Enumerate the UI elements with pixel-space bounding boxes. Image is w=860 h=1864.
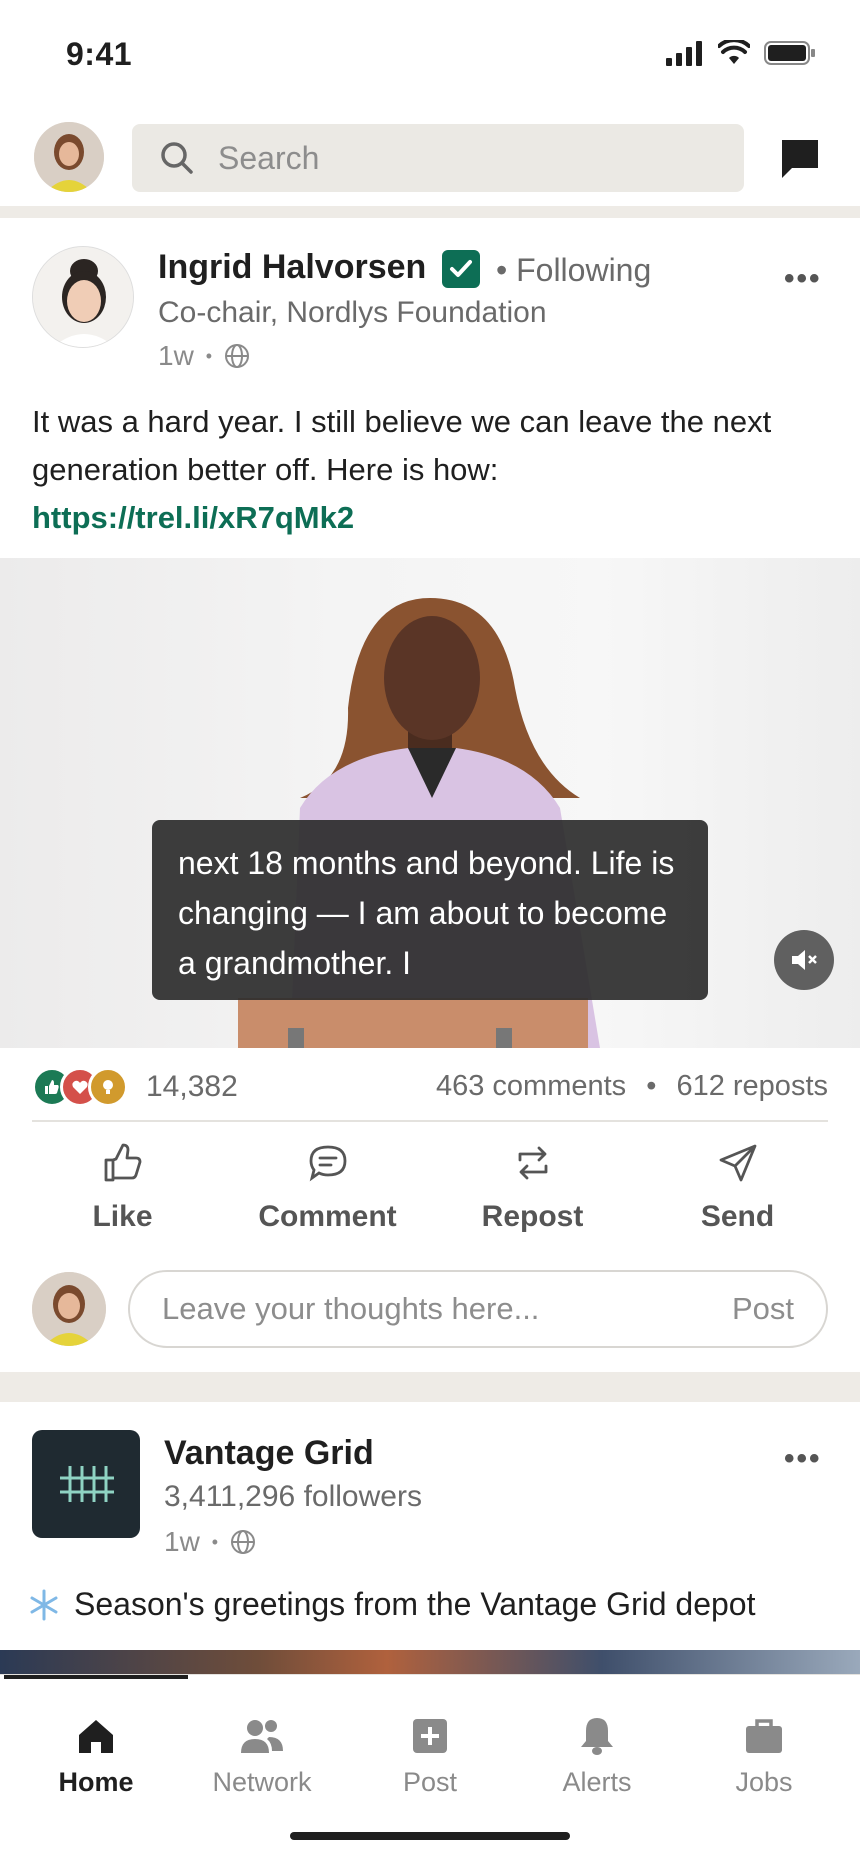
reposts-count[interactable]: 612 reposts — [676, 1070, 828, 1102]
repost-label: Repost — [481, 1200, 584, 1233]
post-stats: 463 comments • 612 reposts — [436, 1070, 828, 1103]
post-actions: Like Comment Repost Send — [0, 1142, 860, 1252]
nav-post-label: Post — [402, 1767, 458, 1797]
send-button[interactable]: Send — [635, 1142, 840, 1252]
nav-alerts-label: Alerts — [562, 1767, 632, 1797]
nav-home[interactable]: Home — [16, 1715, 176, 1798]
search-bar[interactable]: Search — [132, 124, 744, 192]
stats-dot: • — [646, 1070, 657, 1102]
post-body: Season's greetings from the Vantage Grid… — [28, 1586, 755, 1623]
like-button[interactable]: Like — [20, 1142, 225, 1252]
status-bar: 9:41 — [0, 0, 860, 110]
send-label: Send — [700, 1200, 775, 1233]
post-video[interactable]: next 18 months and beyond. Life is chang… — [0, 558, 860, 1048]
repost-button[interactable]: Repost — [430, 1142, 635, 1252]
meta-dot: • — [205, 345, 213, 366]
reactions-count: 14,382 — [146, 1070, 238, 1103]
feed-post-company: Vantage Grid ••• 3,411,296 followers 1w … — [0, 1402, 860, 1674]
wifi-icon — [718, 40, 750, 64]
more-icon[interactable]: ••• — [784, 262, 822, 296]
nav-alerts[interactable]: Alerts — [517, 1715, 677, 1798]
comment-input[interactable]: Leave your thoughts here... Post — [128, 1270, 828, 1348]
repost-icon — [518, 1146, 547, 1180]
author-name[interactable]: Ingrid Halvorsen — [158, 248, 426, 287]
jobs-icon — [746, 1719, 782, 1753]
like-icon — [104, 1143, 141, 1182]
post-meta: 1w • — [158, 340, 250, 372]
company-followers: 3,411,296 followers — [164, 1480, 422, 1513]
company-logo[interactable] — [32, 1430, 140, 1538]
feed-divider-2 — [0, 1372, 860, 1402]
comment-icon — [309, 1145, 346, 1182]
meta-dot: • — [211, 1531, 219, 1552]
nav-jobs[interactable]: Jobs — [684, 1715, 844, 1798]
status-time: 9:41 — [66, 36, 133, 72]
post-text: Season's greetings from the Vantage Grid… — [74, 1586, 756, 1622]
profile-avatar[interactable] — [34, 122, 104, 192]
comment-label: Comment — [258, 1200, 397, 1233]
post-text: It was a hard year. I still believe we c… — [32, 404, 772, 487]
nav-post[interactable]: Post — [350, 1715, 510, 1798]
follow-status: • Following — [496, 252, 652, 288]
post-age: 1w — [158, 340, 194, 371]
network-icon — [241, 1720, 283, 1753]
nav-home-label: Home — [58, 1767, 134, 1797]
comment-placeholder: Leave your thoughts here... — [162, 1291, 540, 1326]
nav-active-indicator — [4, 1675, 188, 1679]
mute-icon — [792, 950, 817, 970]
snowflake-icon — [30, 1589, 58, 1620]
search-icon — [161, 142, 193, 174]
top-bar: Search — [0, 110, 860, 206]
home-icon — [79, 1720, 113, 1753]
comment-composer: Leave your thoughts here... Post — [0, 1270, 860, 1350]
video-caption: next 18 months and beyond. Life is chang… — [152, 820, 708, 1000]
home-indicator — [290, 1832, 570, 1840]
comments-count[interactable]: 463 comments — [436, 1070, 626, 1102]
post-icon — [413, 1719, 447, 1753]
signal-icon — [666, 41, 702, 66]
more-icon[interactable]: ••• — [784, 1442, 822, 1476]
message-icon[interactable] — [776, 134, 824, 182]
nav-network-label: Network — [212, 1767, 312, 1797]
alerts-icon — [581, 1718, 613, 1755]
comment-post-button[interactable]: Post — [732, 1291, 794, 1327]
post-meta: 1w • — [164, 1526, 256, 1558]
search-placeholder: Search — [218, 139, 320, 176]
post-link[interactable]: https://trel.li/xR7qMk2 — [32, 494, 832, 542]
company-name[interactable]: Vantage Grid — [164, 1434, 374, 1473]
post-image[interactable] — [0, 1650, 860, 1674]
author-headline: Co-chair, Nordlys Foundation — [158, 296, 547, 329]
like-label: Like — [92, 1200, 153, 1233]
stats-divider — [32, 1120, 828, 1122]
reactions-summary[interactable]: 14,382 — [32, 1064, 238, 1110]
nav-jobs-label: Jobs — [735, 1767, 793, 1797]
comment-button[interactable]: Comment — [225, 1142, 430, 1252]
verified-icon — [442, 250, 480, 288]
post-body: It was a hard year. I still believe we c… — [32, 398, 832, 542]
commenter-avatar — [32, 1272, 106, 1346]
battery-icon — [764, 41, 815, 65]
send-icon — [719, 1144, 756, 1182]
globe-icon — [231, 1530, 256, 1554]
feed-divider — [0, 206, 860, 218]
author-avatar[interactable] — [32, 246, 134, 348]
insight-reaction-icon — [88, 1067, 128, 1107]
nav-network[interactable]: Network — [182, 1715, 342, 1798]
mute-button[interactable] — [774, 930, 834, 990]
status-icons — [666, 40, 816, 66]
post-age: 1w — [164, 1526, 200, 1557]
globe-icon — [225, 344, 250, 368]
